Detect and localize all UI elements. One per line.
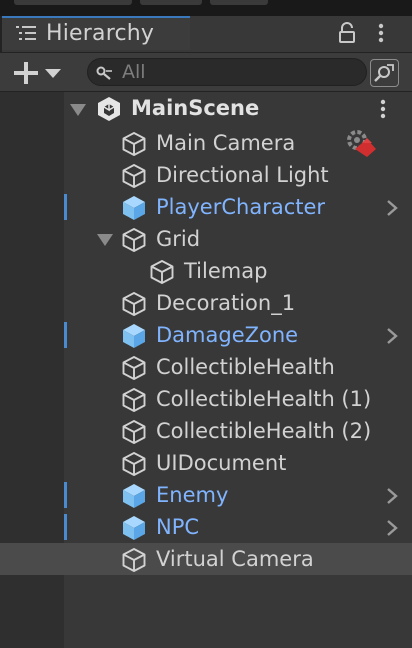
plus-icon[interactable] [14,62,38,84]
search-icon [96,66,112,80]
hierarchy-row[interactable]: Virtual Camera [0,543,412,575]
hierarchy-row[interactable]: NPC [0,511,412,543]
gameobject-cube-icon [122,292,146,316]
search-expand-icon [374,64,394,82]
prefab-override-marker [64,482,67,508]
hierarchy-row[interactable]: Tilemap [0,255,412,287]
gameobject-cube-icon [122,356,146,380]
caret-down-icon[interactable] [45,68,61,78]
tab-label: Hierarchy [46,21,155,46]
hierarchy-item-label: PlayerCharacter [156,195,326,219]
hierarchy-row[interactable]: Grid [0,223,412,255]
gameobject-cube-icon [122,548,146,572]
chevron-right-icon[interactable] [386,327,398,345]
inactive-tab[interactable] [14,0,132,5]
hierarchy-item-label: Enemy [156,483,229,507]
hierarchy-item-label: NPC [156,515,200,539]
gameobject-cube-icon [122,164,146,188]
hierarchy-item-label: Main Camera [156,131,296,155]
fold-arrow-down-icon[interactable] [69,103,87,117]
gameobject-cube-icon [122,388,146,412]
hierarchy-item-label: Directional Light [156,163,329,187]
search-input[interactable] [122,59,358,85]
prefab-override-marker [64,194,67,220]
camera-gizmo-icon [347,130,376,157]
hierarchy-item-label: DamageZone [156,323,299,347]
hierarchy-item-label: CollectibleHealth [156,355,335,379]
hierarchy-item-label: UIDocument [156,451,287,475]
hierarchy-item-label: Virtual Camera [156,547,314,571]
hierarchy-item-label: Decoration_1 [156,291,296,315]
hierarchy-row[interactable]: Decoration_1 [0,287,412,319]
hierarchy-row[interactable]: CollectibleHealth (1) [0,383,412,415]
hierarchy-row[interactable]: CollectibleHealth [0,351,412,383]
chevron-right-icon[interactable] [386,519,398,537]
hierarchy-item-label: CollectibleHealth (2) [156,419,372,443]
hierarchy-row[interactable]: Enemy [0,479,412,511]
hierarchy-item-label: Tilemap [184,259,268,283]
gameobject-cube-icon [150,260,174,284]
chevron-right-icon[interactable] [386,199,398,217]
search-mode-button[interactable] [370,59,399,87]
prefab-override-marker [64,322,67,348]
lock-icon[interactable] [338,22,356,44]
hierarchy-row[interactable]: CollectibleHealth (2) [0,415,412,447]
hierarchy-row[interactable]: Directional Light [0,159,412,191]
fold-arrow-down-icon[interactable] [96,233,114,247]
inactive-tab[interactable] [140,0,202,5]
unity-scene-icon [98,97,120,121]
prefab-cube-icon [123,516,145,540]
gameobject-cube-icon [122,420,146,444]
prefab-override-marker [64,514,67,540]
chevron-right-icon[interactable] [386,487,398,505]
hierarchy-item-label: Grid [156,227,201,251]
hierarchy-list-icon [16,26,36,40]
prefab-cube-icon [123,196,145,220]
more-menu-icon[interactable] [378,98,388,120]
hierarchy-row[interactable]: UIDocument [0,447,412,479]
hierarchy-row[interactable]: DamageZone [0,319,412,351]
more-menu-icon[interactable] [376,22,386,44]
gameobject-cube-icon [122,132,146,156]
inactive-tab[interactable] [210,0,268,5]
hierarchy-row[interactable]: PlayerCharacter [0,191,412,223]
scene-name[interactable]: MainScene [131,92,259,124]
hierarchy-item-label: CollectibleHealth (1) [156,387,372,411]
prefab-cube-icon [123,324,145,348]
prefab-cube-icon [123,484,145,508]
gameobject-cube-icon [122,452,146,476]
gameobject-cube-icon [122,228,146,252]
